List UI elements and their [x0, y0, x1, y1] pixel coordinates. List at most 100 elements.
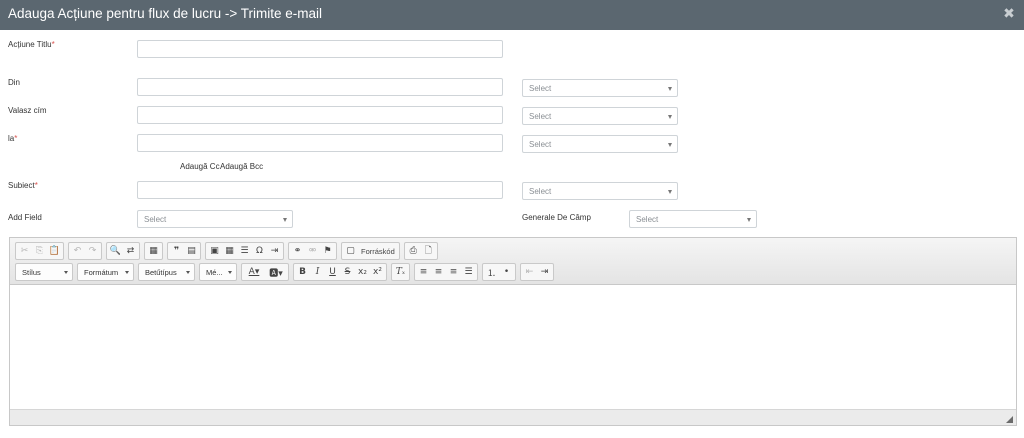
action-title-input[interactable]: [137, 40, 503, 58]
list-group: ⒈ •: [482, 263, 516, 281]
chevron-down-icon: [747, 218, 751, 222]
font-combo-label: Betűtípus: [145, 268, 177, 277]
from-input[interactable]: [137, 78, 503, 96]
creatediv-icon[interactable]: ▤: [184, 244, 199, 259]
reply-to-input[interactable]: [137, 106, 503, 124]
from-select-value: Select: [529, 84, 552, 93]
table-icon[interactable]: ▦: [222, 244, 237, 259]
close-icon[interactable]: ✖: [1001, 6, 1017, 22]
color-group: A▾ 🅰▾: [241, 263, 289, 281]
from-label: Din: [8, 78, 21, 87]
to-select[interactable]: Select: [522, 135, 678, 153]
chevron-down-icon: [668, 115, 672, 119]
align-center-icon[interactable]: ≡: [431, 265, 446, 280]
source-group: ▢ Forráskód: [341, 242, 400, 260]
style-combo-label: Stílus: [22, 268, 41, 277]
special-char-icon[interactable]: Ω: [252, 244, 267, 259]
dialog-title: Adauga Acțiune pentru flux de lucru -> T…: [8, 6, 323, 21]
field-defaults-select-value: Select: [636, 215, 659, 224]
chevron-down-icon: [125, 271, 129, 274]
chevron-down-icon: [668, 87, 672, 91]
undo-group: ↶ ↷: [68, 242, 102, 260]
paste-icon[interactable]: 📋: [47, 244, 62, 259]
block-group: ❞ ▤: [167, 242, 201, 260]
unlink-icon[interactable]: ⚮: [305, 244, 320, 259]
format-combo[interactable]: Formátum: [77, 263, 134, 281]
reply-to-label: Valasz cím: [8, 106, 47, 115]
editor-footer: [10, 409, 1016, 425]
templates-icon[interactable]: ⎙: [406, 244, 421, 259]
format-combo-label: Formátum: [84, 268, 119, 277]
add-field-select-value: Select: [144, 215, 167, 224]
rich-text-editor: ✂ ⎘ 📋 ↶ ↷ 🔍 ⇄ ▦ ❞ ▤ ▣ ▦ ☰ Ω ⇥ ⚭ ⚮ ⚑ ▢ Fo…: [9, 237, 1017, 426]
outdent-icon[interactable]: ⇤: [522, 265, 537, 280]
chevron-down-icon: [228, 271, 232, 274]
link-icon[interactable]: ⚭: [290, 244, 305, 259]
dialog-titlebar: Adauga Acțiune pentru flux de lucru -> T…: [0, 0, 1024, 30]
subject-input[interactable]: [137, 181, 503, 199]
source-button[interactable]: Forráskód: [358, 244, 398, 259]
field-defaults-label: Generale De Câmp: [522, 213, 591, 222]
blockquote-icon[interactable]: ❞: [169, 244, 184, 259]
bold-icon[interactable]: B: [295, 265, 310, 280]
toolbar-row-1: ✂ ⎘ 📋 ↶ ↷ 🔍 ⇄ ▦ ❞ ▤ ▣ ▦ ☰ Ω ⇥ ⚭ ⚮ ⚑ ▢ Fo…: [15, 242, 442, 260]
image-icon[interactable]: ▣: [207, 244, 222, 259]
select-all-icon[interactable]: ▦: [146, 244, 161, 259]
subscript-icon[interactable]: x₂: [355, 265, 370, 280]
italic-icon[interactable]: I: [310, 265, 325, 280]
action-title-label: Acțiune Titlu*: [8, 40, 55, 49]
link-group: ⚭ ⚮ ⚑: [288, 242, 337, 260]
to-select-value: Select: [529, 140, 552, 149]
select-group: ▦: [144, 242, 163, 260]
redo-icon[interactable]: ↷: [85, 244, 100, 259]
strike-icon[interactable]: S: [340, 265, 355, 280]
reply-to-select-value: Select: [529, 112, 552, 121]
chevron-down-icon: [64, 271, 68, 274]
doc-group: ⎙ 🗋: [403, 242, 438, 260]
anchor-icon[interactable]: ⚑: [320, 244, 335, 259]
remove-format-icon[interactable]: Tₓ: [393, 265, 408, 280]
add-cc-link[interactable]: Adaugă Cc: [180, 162, 220, 171]
undo-icon[interactable]: ↶: [70, 244, 85, 259]
horizontal-rule-icon[interactable]: ☰: [237, 244, 252, 259]
superscript-icon[interactable]: x²: [370, 265, 385, 280]
insert-group: ▣ ▦ ☰ Ω ⇥: [205, 242, 284, 260]
align-group: ≡ ≡ ≡ ☰: [414, 263, 478, 281]
remove-format-group: Tₓ: [391, 263, 410, 281]
source-icon: ▢: [346, 246, 355, 256]
justify-icon[interactable]: ☰: [461, 265, 476, 280]
background-color-icon[interactable]: 🅰▾: [265, 265, 287, 280]
subject-label: Subiect*: [8, 181, 38, 190]
editor-content-area[interactable]: [10, 285, 1016, 409]
indent-list-icon[interactable]: ⇥: [267, 244, 282, 259]
reply-to-select[interactable]: Select: [522, 107, 678, 125]
copy-icon[interactable]: ⎘: [32, 244, 47, 259]
editor-toolbar: ✂ ⎘ 📋 ↶ ↷ 🔍 ⇄ ▦ ❞ ▤ ▣ ▦ ☰ Ω ⇥ ⚭ ⚮ ⚑ ▢ Fo…: [10, 238, 1016, 285]
add-field-label: Add Field: [8, 213, 42, 222]
chevron-down-icon: [186, 271, 190, 274]
numbered-list-icon[interactable]: ⒈: [484, 265, 499, 280]
indent-icon[interactable]: ⇥: [537, 265, 552, 280]
text-color-icon[interactable]: A▾: [243, 265, 265, 280]
resize-handle-icon[interactable]: [1006, 416, 1013, 423]
underline-icon[interactable]: U: [325, 265, 340, 280]
field-defaults-select[interactable]: Select: [629, 210, 757, 228]
from-select[interactable]: Select: [522, 79, 678, 97]
subject-select[interactable]: Select: [522, 182, 678, 200]
preview-icon[interactable]: 🗋: [421, 244, 436, 259]
size-combo-label: Mé...: [206, 268, 223, 277]
add-field-select[interactable]: Select: [137, 210, 293, 228]
bulleted-list-icon[interactable]: •: [499, 265, 514, 280]
chevron-down-icon: [668, 190, 672, 194]
align-right-icon[interactable]: ≡: [446, 265, 461, 280]
find-icon[interactable]: 🔍: [108, 244, 123, 259]
to-input[interactable]: [137, 134, 503, 152]
align-left-icon[interactable]: ≡: [416, 265, 431, 280]
cut-icon[interactable]: ✂: [17, 244, 32, 259]
replace-icon[interactable]: ⇄: [123, 244, 138, 259]
send-email-dialog: Adauga Acțiune pentru flux de lucru -> T…: [0, 0, 1024, 438]
style-combo[interactable]: Stílus: [15, 263, 73, 281]
size-combo[interactable]: Mé...: [199, 263, 237, 281]
add-bcc-link[interactable]: Adaugă Bcc: [220, 162, 263, 171]
font-combo[interactable]: Betűtípus: [138, 263, 195, 281]
